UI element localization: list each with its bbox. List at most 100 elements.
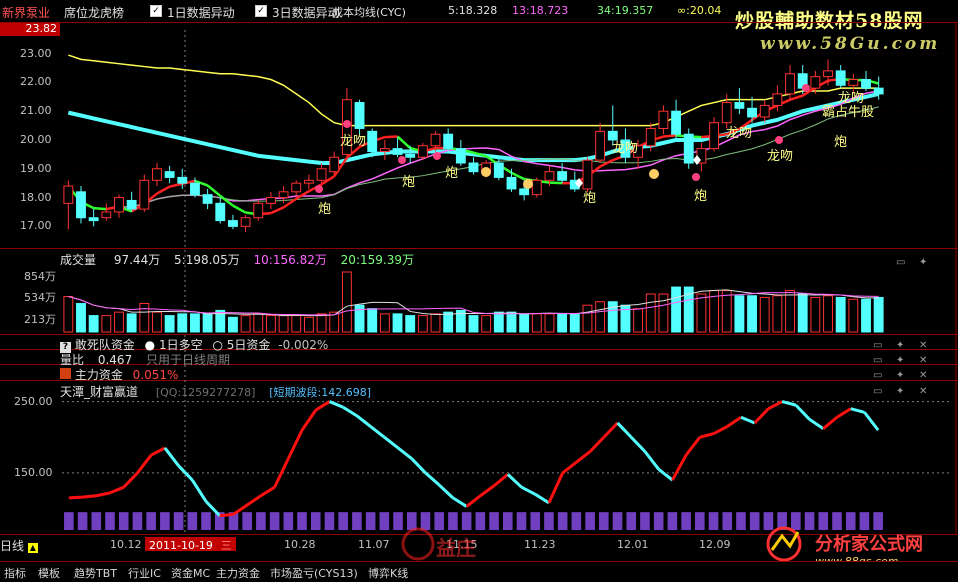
- wealth-bar: [146, 512, 156, 530]
- volume-bar: [861, 298, 871, 333]
- candle-body: [253, 202, 264, 219]
- wealth-line-segment: [547, 472, 565, 504]
- wealth-line-segment: [177, 464, 194, 482]
- wealth-line-segment: [109, 485, 125, 495]
- panel-pin-icon[interactable]: ✦: [896, 356, 908, 366]
- panel-close-icon[interactable]: ✕: [919, 341, 931, 351]
- volume-bar: [240, 315, 251, 333]
- wealth-line-segment: [260, 485, 276, 498]
- panel-minimize-icon[interactable]: ▭: [873, 371, 885, 381]
- signal-pao-label: 炮: [834, 135, 847, 150]
- radio-1day-label[interactable]: 1日多空: [159, 338, 203, 352]
- candle-body: [152, 168, 162, 181]
- wealth-bar: [873, 512, 883, 530]
- wealth-line-segment: [383, 436, 399, 450]
- toolbar-item[interactable]: 博弈K线: [368, 565, 408, 581]
- volume-bar: [696, 293, 707, 333]
- volume-bar: [367, 308, 378, 333]
- candle-body: [671, 110, 682, 135]
- zhuli-icon[interactable]: [60, 368, 71, 379]
- wealth-bar: [516, 512, 527, 530]
- fenxijia-text-span: 分析家公式网: [815, 534, 923, 555]
- period-arrow-icon[interactable]: ▲: [27, 543, 38, 553]
- wealth-bar: [77, 512, 88, 530]
- volume-bar: [785, 290, 795, 333]
- toolbar-item[interactable]: 资金MC: [171, 565, 210, 581]
- wealth-bar: [160, 512, 170, 530]
- radio-1day-icon[interactable]: ●: [145, 338, 155, 352]
- panel-pin-icon[interactable]: ✦: [896, 371, 908, 381]
- panel-close-icon[interactable]: ✕: [919, 356, 931, 366]
- candle-body: [329, 156, 340, 173]
- toolbar-item[interactable]: 市场盈亏(CYS13): [270, 565, 358, 581]
- pink-signal-dot: [343, 120, 351, 128]
- candle-body: [873, 87, 884, 95]
- wealth-bar: [859, 512, 870, 530]
- wealth-line-segment: [699, 432, 714, 439]
- trend-segment: [232, 204, 247, 214]
- candle-body: [683, 133, 694, 164]
- wealth-bar: [585, 512, 595, 530]
- wealth-bar: [269, 512, 280, 530]
- candle-body: [367, 130, 378, 153]
- volume-bar: [341, 271, 352, 333]
- toolbar-item[interactable]: 行业IC: [128, 565, 161, 581]
- panel-pin-icon[interactable]: ✦: [919, 258, 931, 268]
- wealth-line-segment: [753, 407, 770, 425]
- volume-y-tick: 213万: [24, 312, 56, 326]
- liangbi-note: 只用于日线周期: [146, 353, 231, 367]
- wealth-line-segment: [602, 421, 619, 439]
- wealth-line-segment: [493, 473, 509, 487]
- panel-pin-icon[interactable]: ✦: [896, 341, 908, 351]
- wealth-bar: [132, 512, 143, 530]
- volume-bar: [430, 313, 441, 333]
- volume-y-tick: 534万: [24, 291, 56, 305]
- period-label[interactable]: 日线: [0, 539, 24, 553]
- candle-body: [101, 211, 112, 219]
- candle-body: [126, 199, 137, 210]
- panel-close-icon[interactable]: ✕: [919, 387, 931, 397]
- signal-pao-label: 炮: [318, 202, 331, 217]
- toolbar-item[interactable]: 指标: [4, 565, 26, 581]
- candle-body: [658, 110, 669, 129]
- volume-bar: [88, 315, 99, 333]
- wealth-line-segment: [219, 512, 234, 518]
- radio-5day-label[interactable]: 5日资金: [227, 338, 271, 352]
- signal-longwen-label: 龙吻: [838, 91, 864, 106]
- panel-minimize-icon[interactable]: ▭: [873, 387, 885, 397]
- panel-pin-icon[interactable]: ✦: [896, 387, 908, 397]
- toolbar-item[interactable]: 主力资金: [216, 565, 260, 581]
- candle-body: [519, 188, 530, 196]
- toolbar-item[interactable]: 趋势TBT: [74, 565, 117, 581]
- candle-body: [531, 179, 542, 196]
- candle-body: [721, 102, 732, 124]
- period-tab[interactable]: 日线 ▲: [0, 537, 46, 553]
- wealth-line-segment: [822, 416, 838, 430]
- wealth-bar: [722, 512, 733, 530]
- volume-bar: [544, 313, 555, 333]
- toolbar-item[interactable]: 模板: [38, 565, 60, 581]
- panel-minimize-icon[interactable]: ▭: [896, 258, 908, 268]
- signal-pao-label: 炮: [583, 191, 596, 206]
- candle-body: [430, 133, 441, 147]
- wealth-line-segment: [808, 418, 825, 430]
- zhuli-value: 0.051%: [132, 368, 179, 382]
- panel-minimize-icon[interactable]: ▭: [873, 341, 885, 351]
- pink-signal-dot: [315, 185, 323, 193]
- radio-5day-icon[interactable]: ○: [212, 338, 222, 352]
- volume-bar: [63, 296, 74, 333]
- trend-segment: [599, 159, 614, 168]
- wealth-bar: [256, 512, 266, 530]
- money-bag-icon: [481, 167, 491, 177]
- wealth-line-segment: [767, 400, 783, 411]
- panel-minimize-icon[interactable]: ▭: [873, 356, 885, 366]
- wealth-bar: [695, 512, 705, 530]
- candle-body: [417, 145, 428, 158]
- panel-close-icon[interactable]: ✕: [919, 371, 931, 381]
- wealth-bar: [201, 512, 211, 530]
- wealth-bar: [818, 512, 829, 530]
- candle-body: [607, 130, 618, 141]
- wealth-bar: [242, 512, 252, 530]
- volume-value: 97.44万: [113, 253, 161, 267]
- candle-body: [316, 168, 327, 181]
